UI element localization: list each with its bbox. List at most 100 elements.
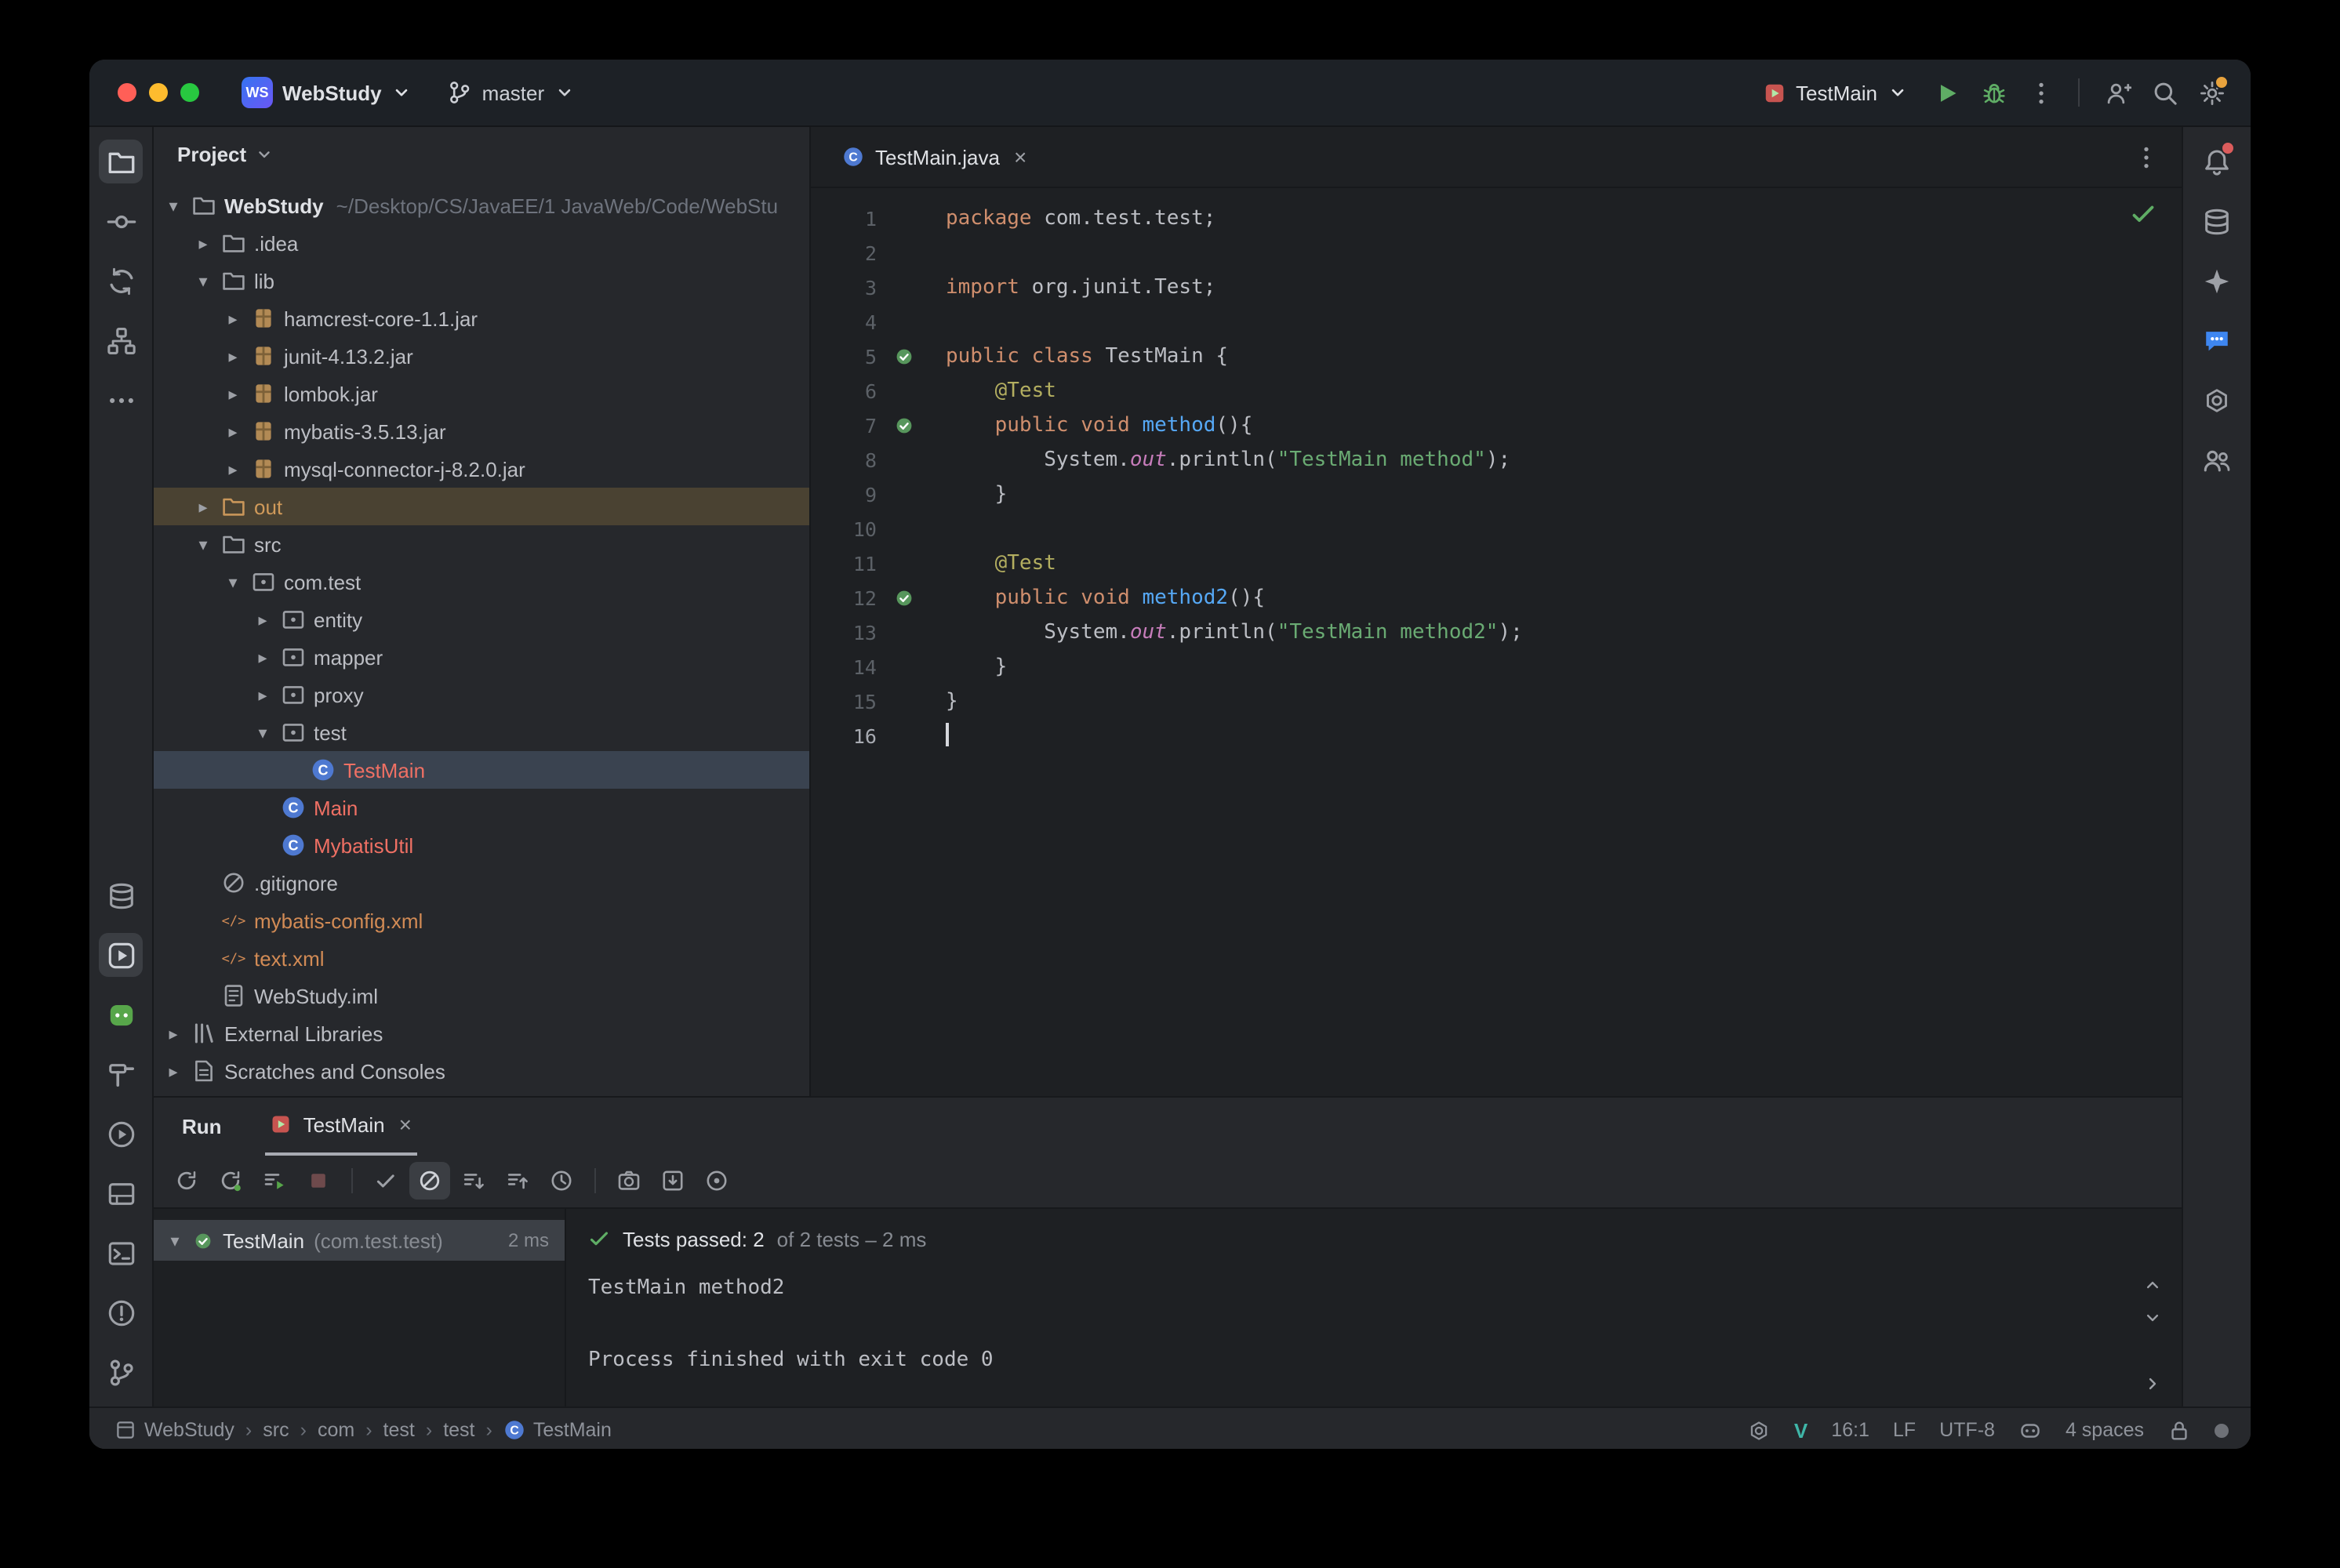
code-with-me-icon[interactable] bbox=[2097, 72, 2138, 113]
tree-item-test[interactable]: ▾ test bbox=[154, 713, 809, 751]
navigate-icon[interactable] bbox=[696, 1162, 737, 1200]
code-line-11[interactable]: 11 @Test bbox=[811, 546, 2182, 580]
tree-item-out[interactable]: ▸ out bbox=[154, 488, 809, 525]
project-panel-header[interactable]: Project bbox=[154, 127, 809, 180]
run-button[interactable] bbox=[1926, 72, 1967, 113]
code-line-5[interactable]: 5 public class TestMain { bbox=[811, 339, 2182, 373]
tree-item-scratches-and-consoles[interactable]: ▸ Scratches and Consoles bbox=[154, 1052, 809, 1090]
breadcrumb-webstudy-0[interactable]: WebStudy bbox=[114, 1419, 234, 1441]
tree-item-mybatis-3-5-13-jar[interactable]: ▸ mybatis-3.5.13.jar bbox=[154, 412, 809, 450]
pull-requests-icon[interactable] bbox=[99, 259, 143, 303]
services-icon[interactable] bbox=[99, 1112, 143, 1156]
chevron-closed-icon[interactable]: ▸ bbox=[223, 383, 243, 404]
close-run-tab-icon[interactable]: × bbox=[399, 1112, 412, 1137]
run-test-gutter-icon[interactable] bbox=[883, 587, 924, 608]
sort-up-icon[interactable] bbox=[497, 1162, 538, 1200]
tree-item-main[interactable]: C Main bbox=[154, 789, 809, 826]
close-window-button[interactable] bbox=[118, 83, 136, 102]
breadcrumb-com-2[interactable]: com bbox=[318, 1419, 354, 1441]
code-line-10[interactable]: 10 bbox=[811, 511, 2182, 546]
tree-item-external-libraries[interactable]: ▸ External Libraries bbox=[154, 1014, 809, 1052]
tree-item-webstudy[interactable]: ▾ WebStudy ~/Desktop/CS/JavaEE/1 JavaWeb/C… bbox=[154, 187, 809, 224]
tree-item-entity[interactable]: ▸ entity bbox=[154, 601, 809, 638]
users-icon[interactable] bbox=[2195, 437, 2239, 481]
chevron-closed-icon[interactable]: ▸ bbox=[253, 609, 273, 630]
debug-button[interactable] bbox=[1973, 72, 2014, 113]
stop-icon[interactable] bbox=[298, 1162, 339, 1200]
chevron-open-icon[interactable]: ▾ bbox=[193, 534, 213, 554]
openai-status-icon[interactable] bbox=[1747, 1418, 1771, 1442]
code-line-14[interactable]: 14 } bbox=[811, 649, 2182, 684]
project-folder-icon[interactable] bbox=[99, 140, 143, 183]
tree-item-mybatisutil[interactable]: C MybatisUtil bbox=[154, 826, 809, 864]
code-line-3[interactable]: 3 import org.junit.Test; bbox=[811, 270, 2182, 304]
chevron-closed-icon[interactable]: ▸ bbox=[193, 233, 213, 253]
chevron-closed-icon[interactable]: ▸ bbox=[223, 459, 243, 479]
sort-down-icon[interactable] bbox=[453, 1162, 494, 1200]
green-mascot-icon[interactable] bbox=[99, 993, 143, 1036]
breadcrumb-src-1[interactable]: src bbox=[263, 1419, 289, 1441]
search-everywhere-icon[interactable] bbox=[2144, 72, 2185, 113]
show-passed-icon[interactable] bbox=[365, 1162, 406, 1200]
import-tests-icon[interactable] bbox=[652, 1162, 693, 1200]
readonly-lock-icon[interactable] bbox=[2167, 1418, 2191, 1442]
git-branch-icon[interactable] bbox=[99, 1350, 143, 1394]
structure-icon[interactable] bbox=[99, 318, 143, 362]
chevron-closed-icon[interactable]: ▸ bbox=[163, 1061, 183, 1081]
chevron-closed-icon[interactable]: ▸ bbox=[223, 421, 243, 441]
copilot-status-icon[interactable] bbox=[2018, 1418, 2042, 1442]
code-editor[interactable]: 1 package com.test.test; 2 3 import org.juni… bbox=[811, 188, 2182, 1096]
file-encoding[interactable]: UTF-8 bbox=[1939, 1419, 1995, 1441]
rerun-icon[interactable] bbox=[166, 1162, 207, 1200]
test-history-icon[interactable] bbox=[609, 1162, 649, 1200]
code-line-2[interactable]: 2 bbox=[811, 235, 2182, 270]
tree-item-mapper[interactable]: ▸ mapper bbox=[154, 638, 809, 676]
chevron-open-icon[interactable]: ▾ bbox=[163, 195, 183, 216]
run-config-selector[interactable]: TestMain bbox=[1752, 76, 1920, 109]
show-ignored-icon[interactable] bbox=[409, 1162, 450, 1200]
tree-item-gitignore[interactable]: .gitignore bbox=[154, 864, 809, 902]
notifications-icon[interactable] bbox=[2195, 140, 2239, 183]
tree-item-text-xml[interactable]: </> text.xml bbox=[154, 939, 809, 977]
tree-item-proxy[interactable]: ▸ proxy bbox=[154, 676, 809, 713]
code-line-9[interactable]: 9 } bbox=[811, 477, 2182, 511]
scroll-up-icon[interactable] bbox=[2142, 1275, 2163, 1295]
code-line-4[interactable]: 4 bbox=[811, 304, 2182, 339]
inspection-ok-icon[interactable] bbox=[2130, 201, 2157, 234]
run-panel-title[interactable]: Run bbox=[182, 1114, 222, 1138]
terminal-icon[interactable] bbox=[99, 1231, 143, 1275]
close-tab-icon[interactable]: × bbox=[1014, 144, 1026, 169]
code-line-1[interactable]: 1 package com.test.test; bbox=[811, 201, 2182, 235]
chevron-closed-icon[interactable]: ▸ bbox=[253, 647, 273, 667]
code-line-15[interactable]: 15} bbox=[811, 684, 2182, 718]
tree-item-com-test[interactable]: ▾ com.test bbox=[154, 563, 809, 601]
tree-item-mysql-connector-j-8-2-0-jar[interactable]: ▸ mysql-connector-j-8.2.0.jar bbox=[154, 450, 809, 488]
chevron-closed-icon[interactable]: ▸ bbox=[253, 684, 273, 705]
auto-test-icon[interactable] bbox=[254, 1162, 295, 1200]
chevron-open-icon[interactable]: ▾ bbox=[253, 722, 273, 742]
more-vertical-icon[interactable] bbox=[740, 1162, 781, 1200]
duration-icon[interactable] bbox=[541, 1162, 582, 1200]
project-widget[interactable]: WS WebStudy bbox=[231, 72, 424, 113]
database-icon[interactable] bbox=[2195, 199, 2239, 243]
code-line-13[interactable]: 13 System.out.println("TestMain method2"… bbox=[811, 615, 2182, 649]
rerun-failed-icon[interactable] bbox=[210, 1162, 251, 1200]
chevron-closed-icon[interactable]: ▸ bbox=[193, 496, 213, 517]
build-layers-icon[interactable] bbox=[99, 873, 143, 917]
tree-item-lombok-jar[interactable]: ▸ lombok.jar bbox=[154, 375, 809, 412]
breadcrumb-test-4[interactable]: test bbox=[443, 1419, 474, 1441]
branch-widget[interactable]: master bbox=[437, 75, 587, 110]
scroll-down-icon[interactable] bbox=[2142, 1308, 2163, 1328]
tree-item-idea[interactable]: ▸ .idea bbox=[154, 224, 809, 262]
zoom-window-button[interactable] bbox=[180, 83, 199, 102]
run-tab-testmain[interactable]: TestMain × bbox=[265, 1096, 416, 1156]
tree-item-src[interactable]: ▾ src bbox=[154, 525, 809, 563]
chevron-closed-icon[interactable]: ▸ bbox=[223, 308, 243, 328]
commit-icon[interactable] bbox=[99, 199, 143, 243]
chevron-open-icon[interactable]: ▾ bbox=[193, 270, 213, 291]
expand-console-icon[interactable] bbox=[2142, 1374, 2163, 1394]
code-line-6[interactable]: 6 @Test bbox=[811, 373, 2182, 408]
line-separator[interactable]: LF bbox=[1893, 1419, 1916, 1441]
tree-item-testmain[interactable]: C TestMain bbox=[154, 751, 809, 789]
test-result-row[interactable]: ▾ TestMain (com.test.test) 2 ms bbox=[154, 1220, 565, 1261]
